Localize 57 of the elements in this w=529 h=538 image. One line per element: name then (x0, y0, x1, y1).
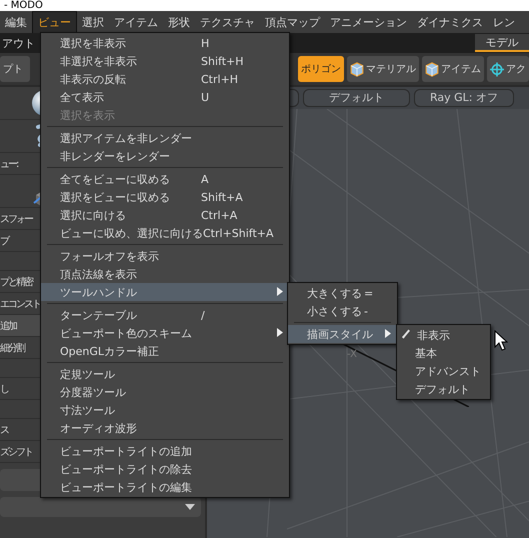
mode-tab[interactable]: モデル (475, 34, 529, 52)
layout-label: アウト (1, 36, 35, 50)
menu-item[interactable]: 選択アイテムを非レンダー (41, 129, 289, 147)
mouse-cursor-icon (494, 330, 508, 352)
menu-item[interactable]: ダイナミクス (412, 12, 488, 32)
menu-item[interactable]: 非選択を非表示 Shift+H (41, 52, 289, 70)
menu-item[interactable]: 選択をビューに収める Shift+A (41, 188, 289, 206)
crosshair-icon (490, 62, 504, 76)
menu-item[interactable]: ビューポートライトの追加 (41, 442, 289, 460)
menu-item[interactable]: ビューポートライトの除去 (41, 460, 289, 478)
menu-item[interactable]: 分度器ツール (41, 383, 289, 401)
menu-item[interactable]: フォールオフを表示 (41, 247, 289, 265)
caret-icon (185, 504, 195, 510)
menu-item[interactable]: 小さくする - (288, 302, 397, 320)
menu-item[interactable]: 非表示の反転 Ctrl+H (41, 70, 289, 88)
menu-item[interactable]: アニメーション (325, 12, 412, 32)
menu-item[interactable]: レン (488, 12, 520, 32)
menu-item[interactable]: ビューポートライトの編集 (41, 478, 289, 496)
tool-button[interactable]: アイテム (422, 56, 484, 82)
menu-item[interactable]: 頂点法線を表示 (41, 265, 289, 283)
menu-item[interactable]: アイテム (109, 12, 163, 32)
tool-button[interactable]: プト (0, 56, 30, 82)
menu-item[interactable]: デフォルト (397, 380, 490, 398)
dropdown[interactable] (0, 497, 201, 517)
menu-item[interactable]: ビューに収め、選択に向けるCtrl+Shift+A (41, 224, 289, 242)
menu-item[interactable]: テクスチャ (195, 12, 260, 32)
menu-item[interactable]: 全て表示 U (41, 88, 289, 106)
menu-item[interactable]: オーディオ波形 (41, 419, 289, 437)
tool-button[interactable]: マテリアル (347, 56, 419, 82)
menu-item[interactable]: ツールハンドル (41, 283, 289, 301)
menu-item[interactable]: 大きくする = (288, 284, 397, 302)
menu-item[interactable]: 寸法ツール (41, 401, 289, 419)
menu-item[interactable]: 形状 (163, 12, 195, 32)
menu-item[interactable]: ターンテーブル / (41, 306, 289, 324)
tool-button[interactable]: アク (487, 56, 529, 82)
viewport-button[interactable]: デフォルト (303, 89, 410, 107)
menu-item[interactable]: 非表示 (397, 326, 490, 344)
cube-icon (425, 62, 439, 76)
axis-label: -X (347, 349, 357, 360)
menu-item[interactable]: 定規ツール (41, 365, 289, 383)
window-title: - MODO (4, 0, 43, 11)
cube-icon (350, 62, 364, 76)
menu-item[interactable]: 編集 (0, 12, 32, 32)
menu-item[interactable]: ビュー (32, 10, 77, 34)
menu-item[interactable]: 非レンダーをレンダー (41, 147, 289, 165)
menu-item[interactable]: 基本 (397, 344, 490, 362)
menu-item[interactable]: アドバンスト (397, 362, 490, 380)
menu-item[interactable]: 頂点マップ (260, 12, 325, 32)
menu-item[interactable]: OpenGLカラー補正 (41, 342, 289, 360)
tool-button[interactable]: ポリゴン (298, 56, 344, 82)
viewport-button[interactable]: Ray GL: オフ (414, 89, 514, 107)
menu-item[interactable]: ビューポート色のスキーム (41, 324, 289, 342)
menu-item[interactable]: 選択を非表示 H (41, 34, 289, 52)
menu-item[interactable]: 選択 (77, 12, 109, 32)
menu-item[interactable]: 描画スタイル (288, 325, 397, 343)
menu-item[interactable]: 選択に向ける Ctrl+A (41, 206, 289, 224)
menu-item[interactable]: 全てをビューに収める A (41, 170, 289, 188)
